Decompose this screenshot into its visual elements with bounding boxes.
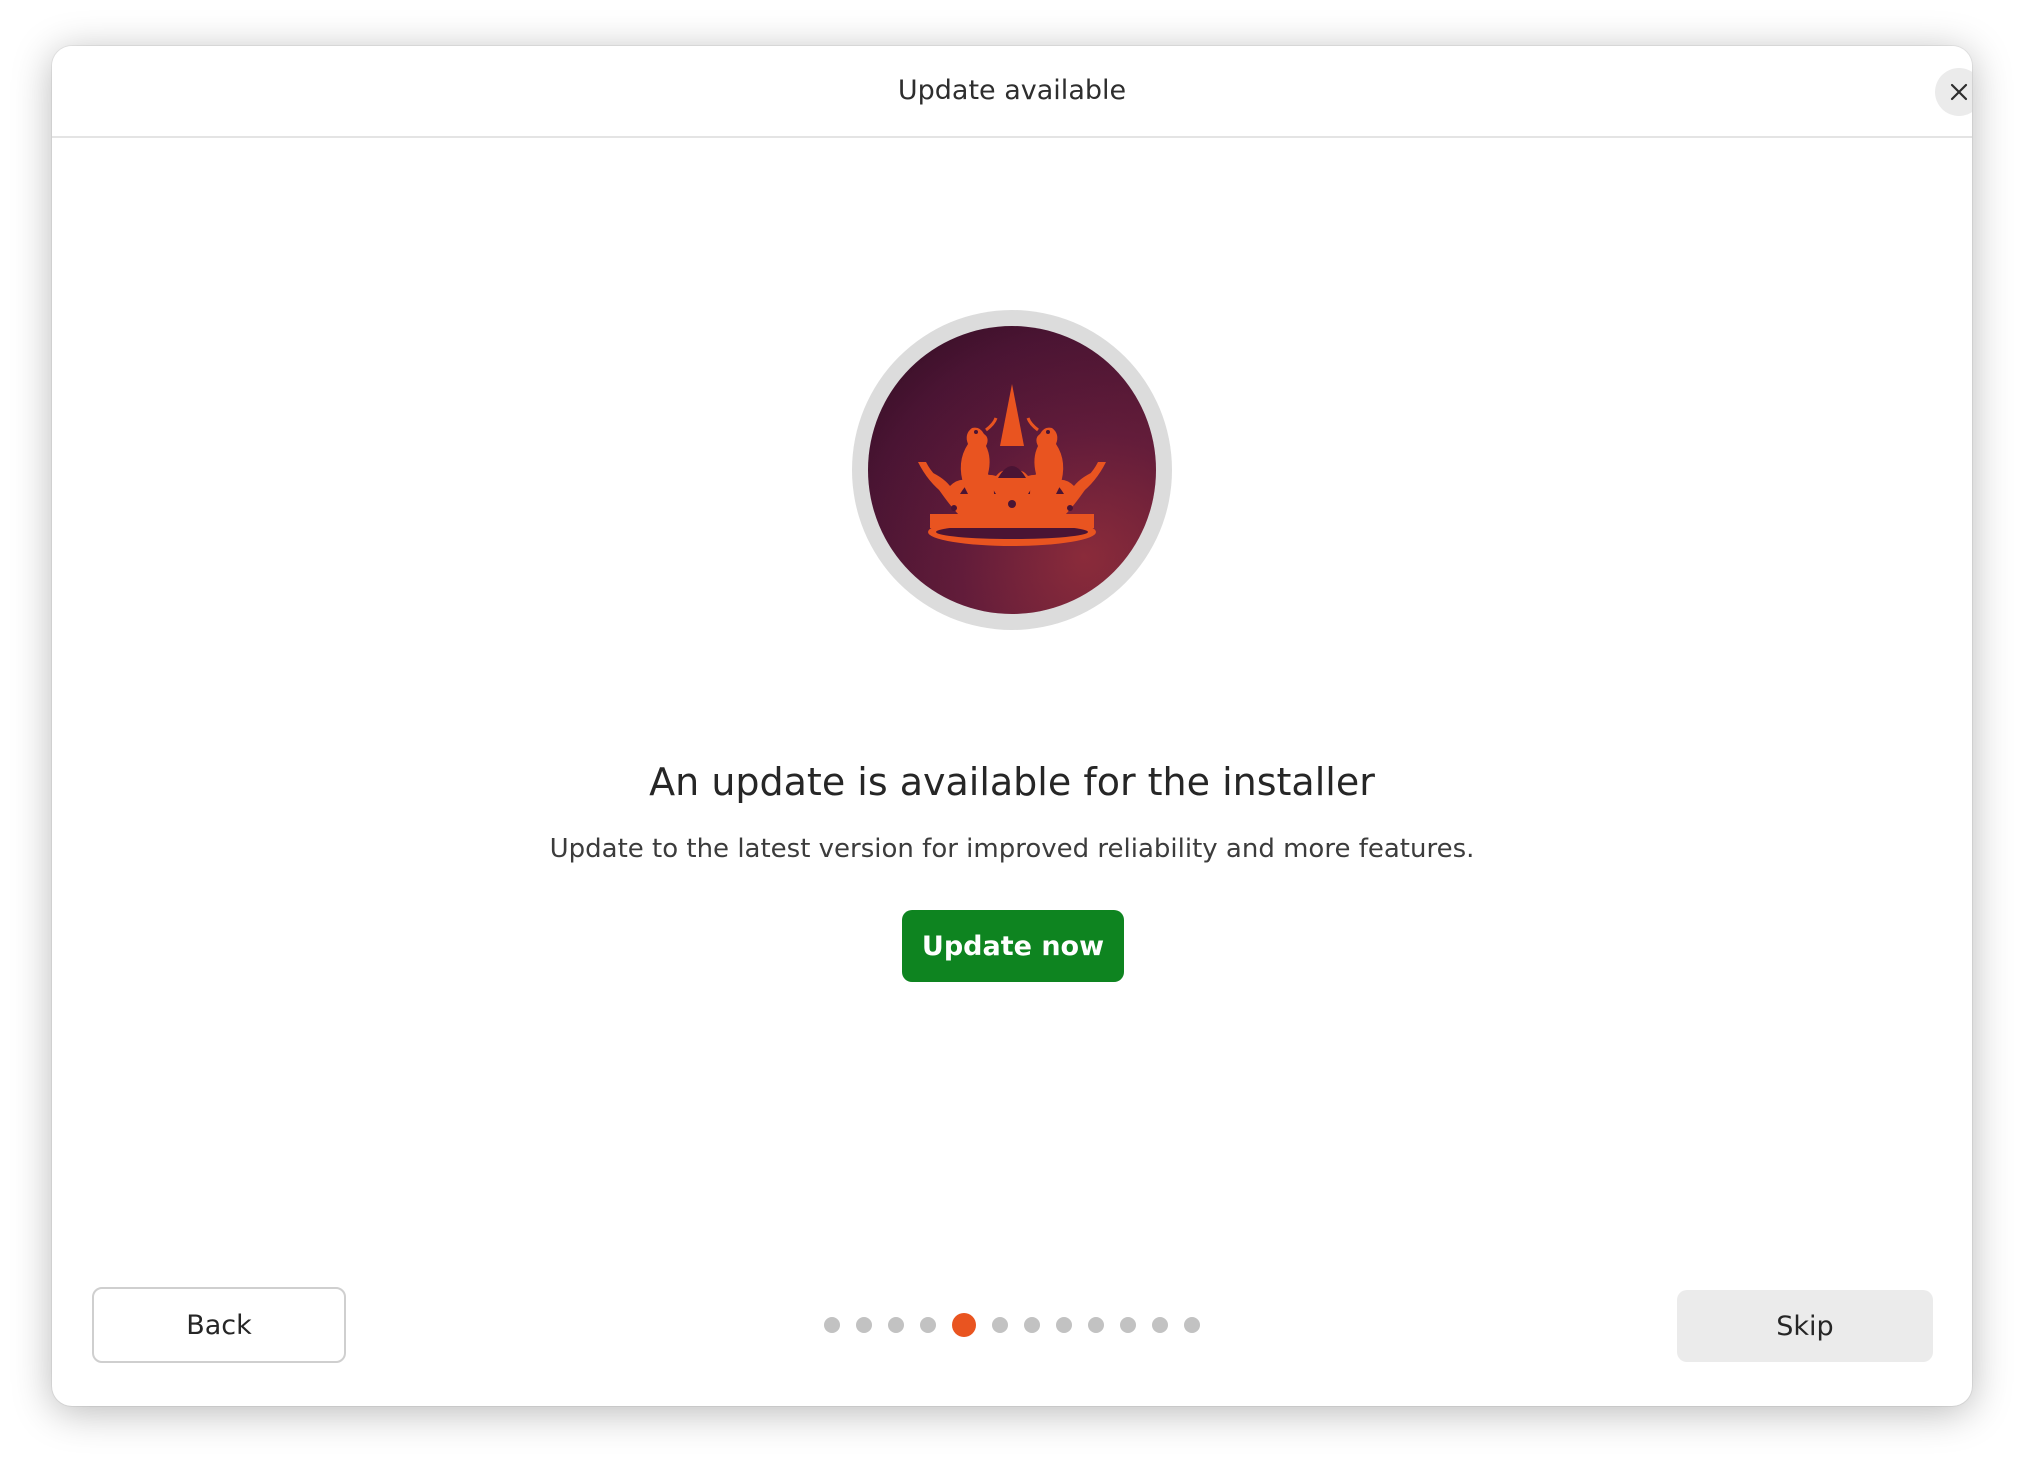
close-icon — [1950, 83, 1968, 101]
step-indicator — [52, 46, 1972, 1406]
step-dot — [1056, 1317, 1072, 1333]
step-dot — [1024, 1317, 1040, 1333]
skip-button[interactable]: Skip — [1677, 1290, 1933, 1362]
hero-logo — [852, 310, 1172, 630]
step-dot — [1184, 1317, 1200, 1333]
step-dot — [824, 1317, 840, 1333]
title-bar: Update available — [52, 46, 1972, 138]
step-dot — [856, 1317, 872, 1333]
page-description: Update to the latest version for improve… — [549, 834, 1475, 864]
step-dot — [992, 1317, 1008, 1333]
step-dot — [888, 1317, 904, 1333]
step-dot — [920, 1317, 936, 1333]
step-dot — [1120, 1317, 1136, 1333]
update-now-button[interactable]: Update now — [902, 910, 1124, 982]
page-heading: An update is available for the installer — [649, 760, 1375, 804]
step-dot — [1088, 1317, 1104, 1333]
step-dot-current — [952, 1313, 976, 1337]
back-button[interactable]: Back — [92, 1287, 346, 1363]
installer-window: Update available An update is available … — [52, 46, 1972, 1406]
window-title: Update available — [897, 75, 1127, 106]
ubuntu-crown-logo-icon — [868, 326, 1156, 614]
step-dot — [1152, 1317, 1168, 1333]
